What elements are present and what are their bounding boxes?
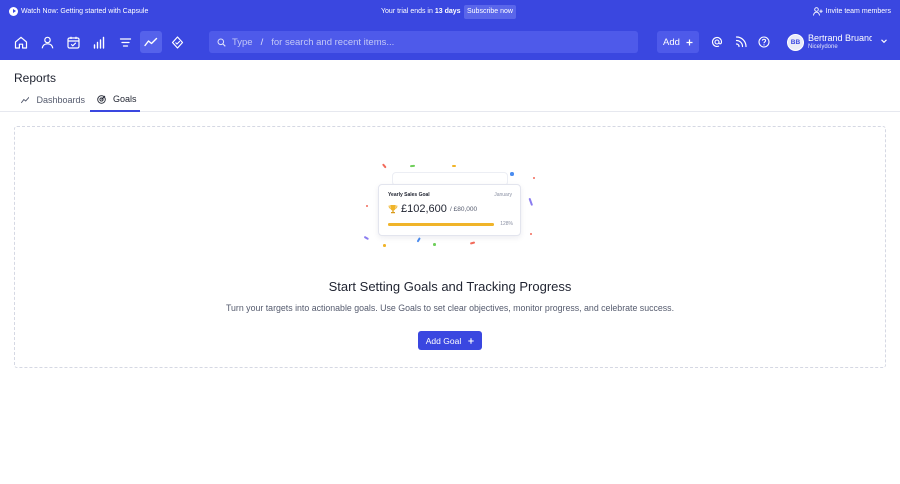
- goal-card-title: Yearly Sales Goal: [388, 192, 430, 198]
- goal-progress-bar: [388, 223, 494, 226]
- list-icon[interactable]: [114, 31, 136, 53]
- add-label: Add: [663, 36, 680, 48]
- reports-tabs: Dashboards Goals: [0, 88, 900, 112]
- empty-state-headline: Start Setting Goals and Tracking Progres…: [328, 279, 572, 294]
- plus-icon: [468, 337, 474, 344]
- invite-label: Invite team members: [825, 8, 891, 15]
- person-icon[interactable]: [36, 31, 58, 53]
- line-chart-icon: [21, 96, 30, 104]
- search-icon: [217, 38, 226, 47]
- announcement-bar: Watch Now: Getting started with Capsule …: [0, 0, 900, 24]
- main-navbar: Type / for search and recent items... Ad…: [0, 24, 900, 60]
- trial-prefix: Your trial ends in: [381, 8, 433, 15]
- user-name[interactable]: Bertrand Bruandet: [808, 33, 872, 43]
- add-goal-label: Add Goal: [425, 335, 462, 346]
- trial-notice: Your trial ends in 13 days: [381, 8, 461, 15]
- help-icon[interactable]: [753, 31, 775, 53]
- search-input[interactable]: Type / for search and recent items...: [209, 31, 638, 53]
- goal-card-percent: 128%: [500, 221, 513, 227]
- bar-chart-icon[interactable]: [88, 31, 110, 53]
- activity-icon[interactable]: [166, 31, 188, 53]
- calendar-icon[interactable]: [62, 31, 84, 53]
- chevron-down-icon[interactable]: [880, 37, 888, 45]
- add-goal-button[interactable]: Add Goal: [418, 331, 482, 350]
- goal-card-amount: £102,600: [401, 203, 447, 215]
- search-placeholder: for search and recent items...: [271, 36, 395, 48]
- plus-icon: [686, 39, 693, 45]
- goal-card-month: January: [494, 192, 512, 198]
- empty-state-description: Turn your targets into actionable goals.…: [225, 303, 675, 313]
- watch-now-link[interactable]: Watch Now: Getting started with Capsule: [9, 7, 148, 16]
- play-icon: [9, 7, 18, 16]
- add-button[interactable]: Add: [657, 31, 699, 53]
- trophy-icon: [388, 205, 398, 214]
- page-title: Reports: [14, 71, 57, 85]
- mention-icon[interactable]: [706, 31, 728, 53]
- watch-now-label: Watch Now: Getting started with Capsule: [21, 8, 149, 15]
- goal-preview-card: Yearly Sales Goal January £102,600 / £80…: [378, 184, 521, 236]
- avatar[interactable]: BB: [787, 34, 804, 51]
- tab-dashboards-label: Dashboards: [36, 95, 85, 105]
- subscribe-button[interactable]: Subscribe now: [464, 5, 516, 19]
- goal-progress-fill: [388, 223, 494, 226]
- invite-team-button[interactable]: Invite team members: [812, 7, 891, 16]
- trial-days: 13 days: [434, 8, 461, 15]
- goal-card-target: / £80,000: [450, 206, 478, 213]
- reports-icon[interactable]: [140, 31, 162, 53]
- feed-icon[interactable]: [730, 31, 752, 53]
- tab-goals-label: Goals: [113, 94, 137, 104]
- goal-icon: [97, 94, 106, 104]
- search-type-hint: Type: [232, 36, 253, 48]
- tab-goals[interactable]: Goals: [90, 88, 140, 112]
- search-shortcut-slash: /: [260, 36, 264, 48]
- add-person-icon: [812, 7, 823, 16]
- home-icon[interactable]: [10, 31, 32, 53]
- tab-dashboards[interactable]: Dashboards: [21, 88, 85, 112]
- user-organization: Nicelydone: [808, 44, 838, 50]
